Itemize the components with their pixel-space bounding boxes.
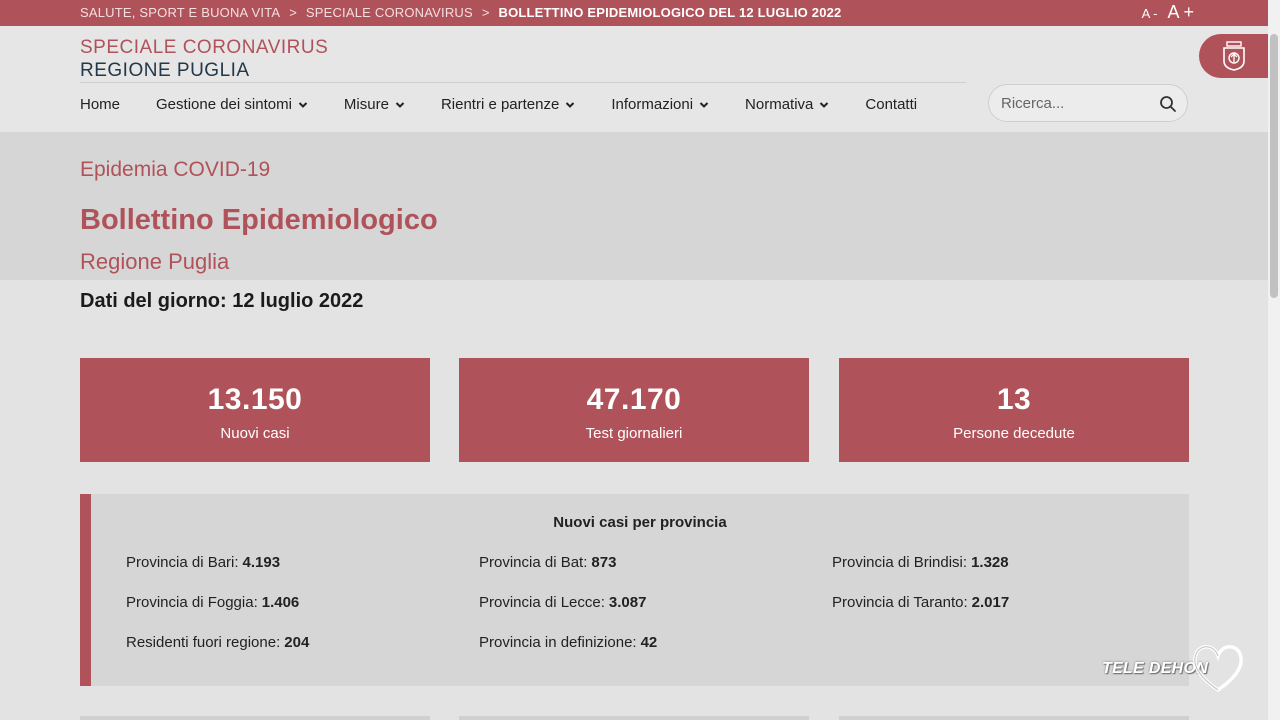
next-card-partial bbox=[80, 716, 430, 720]
site-title-link[interactable]: SPECIALE CORONAVIRUS REGIONE PUGLIA bbox=[80, 36, 328, 82]
nav-item-rientri-partenze[interactable]: Rientri e partenze bbox=[441, 96, 575, 113]
heart-logo-icon bbox=[1193, 645, 1243, 693]
province-item-bat: Provincia di Bat: 873 bbox=[479, 554, 617, 571]
stat-label: Persone decedute bbox=[953, 425, 1075, 442]
nav-item-misure[interactable]: Misure bbox=[344, 96, 405, 113]
next-card-partial bbox=[839, 716, 1189, 720]
stat-value: 13.150 bbox=[207, 383, 303, 416]
nav-item-gestione-sintomi[interactable]: Gestione dei sintomi bbox=[156, 96, 308, 113]
regione-crest-icon bbox=[1222, 41, 1245, 71]
top-bar: SALUTE, SPORT E BUONA VITA > SPECIALE CO… bbox=[0, 0, 1268, 26]
province-item-in-definizione: Provincia in definizione: 42 bbox=[479, 634, 658, 651]
nav-item-contatti[interactable]: Contatti bbox=[865, 96, 917, 113]
font-size-controls: A - A + bbox=[1142, 2, 1194, 23]
page-scrollbar[interactable] bbox=[1268, 0, 1280, 720]
hero-section: Epidemia COVID-19 Bollettino Epidemiolog… bbox=[0, 132, 1268, 280]
chevron-down-icon bbox=[298, 101, 308, 108]
province-item-brindisi: Provincia di Brindisi: 1.328 bbox=[832, 554, 1009, 571]
breadcrumb-item-salute[interactable]: SALUTE, SPORT E BUONA VITA bbox=[80, 5, 280, 20]
breadcrumb-item-current: BOLLETTINO EPIDEMIOLOGICO DEL 12 LUGLIO … bbox=[498, 5, 842, 20]
province-item-lecce: Provincia di Lecce: 3.087 bbox=[479, 594, 647, 611]
channel-watermark: TELE DEHON bbox=[1100, 636, 1250, 696]
breadcrumb: SALUTE, SPORT E BUONA VITA > SPECIALE CO… bbox=[80, 5, 841, 20]
breadcrumb-separator: > bbox=[481, 5, 490, 20]
font-decrease-button[interactable]: A - bbox=[1142, 6, 1158, 21]
stat-label: Nuovi casi bbox=[220, 425, 290, 442]
search-input[interactable] bbox=[1001, 94, 1161, 112]
site-header: SPECIALE CORONAVIRUS REGIONE PUGLIA Home… bbox=[0, 26, 1268, 132]
province-item-fuori-regione: Residenti fuori regione: 204 bbox=[126, 634, 310, 651]
province-item-taranto: Provincia di Taranto: 2.017 bbox=[832, 594, 1010, 611]
province-panel-title: Nuovi casi per provincia bbox=[553, 514, 727, 531]
search-box bbox=[988, 84, 1188, 122]
province-item-bari: Provincia di Bari: 4.193 bbox=[126, 554, 281, 571]
stat-label: Test giornalieri bbox=[585, 425, 683, 442]
stat-card-test-giornalieri: 47.170 Test giornalieri bbox=[459, 358, 809, 462]
page-subtitle: Regione Puglia bbox=[80, 249, 230, 274]
breadcrumb-separator: > bbox=[289, 5, 297, 20]
province-item-foggia: Provincia di Foggia: 1.406 bbox=[126, 594, 300, 611]
breadcrumb-item-speciale-coronavirus[interactable]: SPECIALE CORONAVIRUS bbox=[306, 5, 473, 20]
regione-emblem-button[interactable] bbox=[1199, 34, 1268, 78]
stat-value: 13 bbox=[996, 383, 1032, 416]
header-divider bbox=[80, 82, 966, 83]
report-date: Dati del giorno: 12 luglio 2022 bbox=[80, 290, 364, 312]
stat-card-nuovi-casi: 13.150 Nuovi casi bbox=[80, 358, 430, 462]
chevron-down-icon bbox=[820, 101, 829, 108]
site-title-line2: REGIONE PUGLIA bbox=[80, 60, 250, 81]
nav-item-home[interactable]: Home bbox=[80, 96, 120, 113]
stat-value: 47.170 bbox=[586, 383, 682, 416]
site-title-line1: SPECIALE CORONAVIRUS bbox=[80, 37, 329, 58]
font-increase-button[interactable]: A + bbox=[1167, 2, 1194, 23]
chevron-down-icon bbox=[566, 101, 575, 108]
nav-item-normativa[interactable]: Normativa bbox=[745, 96, 829, 113]
scrollbar-thumb[interactable] bbox=[1270, 34, 1278, 298]
chevron-down-icon bbox=[395, 101, 405, 108]
next-card-partial bbox=[459, 716, 809, 720]
chevron-down-icon bbox=[699, 101, 709, 108]
province-cases-panel: Nuovi casi per provincia Provincia di Ba… bbox=[80, 494, 1189, 686]
main-nav: Home Gestione dei sintomi Misure Rientri… bbox=[80, 96, 953, 113]
search-icon[interactable] bbox=[1159, 95, 1177, 113]
page-title: Bollettino Epidemiologico bbox=[80, 204, 438, 236]
nav-item-informazioni[interactable]: Informazioni bbox=[611, 96, 709, 113]
hero-kicker: Epidemia COVID-19 bbox=[80, 158, 271, 181]
stat-card-persone-decedute: 13 Persone decedute bbox=[839, 358, 1189, 462]
